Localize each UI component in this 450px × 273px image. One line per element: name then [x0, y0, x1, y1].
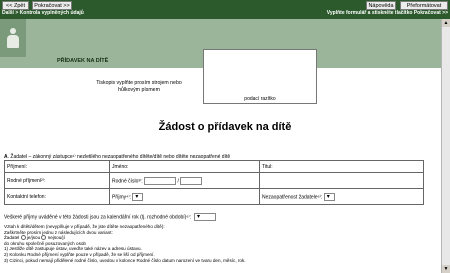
- income-select[interactable]: [132, 192, 144, 201]
- surname-cell: Příjmení:: [4, 160, 110, 173]
- first-name-cell: Jméno:: [109, 160, 260, 173]
- radio-is-not[interactable]: [41, 235, 47, 241]
- fill-instructions: Tiskopis vyplňte prosím strojem nebo hůl…: [96, 80, 182, 93]
- applicant-label: Žadatel: [4, 235, 20, 241]
- period-select[interactable]: [194, 213, 216, 221]
- income-label: Příjmy⁴⁾:: [112, 193, 131, 200]
- child-logo-icon: [6, 28, 20, 48]
- footnote-3: 3) Cizinci, pokud nemají přidělené rodné…: [4, 257, 246, 263]
- birth-number-slash: /: [177, 177, 179, 184]
- birth-number-field-1[interactable]: [144, 176, 177, 185]
- vertical-scrollbar[interactable]: [441, 19, 450, 273]
- help-button[interactable]: Nápověda: [366, 1, 396, 10]
- relation-block: Vztah k dítěti/dětem (nevyplňuje v přípa…: [4, 224, 424, 263]
- option-is-not-label: nejsou/jí: [47, 235, 65, 241]
- form-header-title: PŘÍDAVEK NA DÍTĚ: [57, 58, 109, 64]
- reformat-button[interactable]: Přeformátovat: [400, 1, 448, 10]
- page-title: Žádost o přídavek na dítě: [158, 121, 292, 133]
- empty-cell: [259, 172, 424, 189]
- birth-surname-cell: Rodné příjmení²⁾:: [4, 172, 110, 189]
- option-is-label: je/jsou: [26, 235, 41, 241]
- radio-is[interactable]: [20, 235, 26, 241]
- surname-label: Příjmení:: [7, 163, 28, 170]
- phone-cell: Kontaktní telefon:: [4, 188, 110, 205]
- dependency-cell: Nezaopatřenost žadatele⁵⁾:: [259, 188, 424, 205]
- applicant-table: Příjmení: Jméno: Titul: Rodné příjmení²⁾…: [4, 160, 424, 205]
- continue-button[interactable]: Pokračovat >>: [32, 1, 72, 10]
- instruction-banner: Vyplňte formulář a stiskněte tlačítko Po…: [326, 10, 448, 16]
- birth-number-label: Rodné číslo³⁾:: [112, 177, 143, 184]
- back-button[interactable]: << Zpět: [2, 1, 29, 10]
- next-step-link[interactable]: Další > Kontrola vyplněných údajů: [2, 10, 84, 16]
- scroll-down-icon[interactable]: ▼: [442, 265, 450, 273]
- dependency-select[interactable]: [323, 192, 335, 201]
- degree-label: Titul:: [262, 163, 273, 170]
- birth-surname-label: Rodné příjmení²⁾:: [7, 177, 46, 184]
- scroll-up-icon[interactable]: ▲: [442, 19, 450, 27]
- income-cell: Příjmy⁴⁾:: [109, 188, 260, 205]
- birth-number-field-2[interactable]: [180, 176, 203, 185]
- degree-cell: Titul:: [259, 160, 424, 173]
- birth-number-cell: Rodné číslo³⁾: /: [109, 172, 260, 189]
- income-period-text: Veškeré příjmy uváděné v této žádosti js…: [4, 214, 191, 221]
- stamp-label: podací razítko: [244, 96, 276, 102]
- dependency-label: Nezaopatřenost žadatele⁵⁾:: [262, 193, 323, 200]
- phone-label: Kontaktní telefon:: [7, 193, 46, 200]
- income-period-row: Veškeré příjmy uváděné v této žádosti js…: [4, 213, 216, 221]
- first-name-label: Jméno:: [112, 163, 129, 170]
